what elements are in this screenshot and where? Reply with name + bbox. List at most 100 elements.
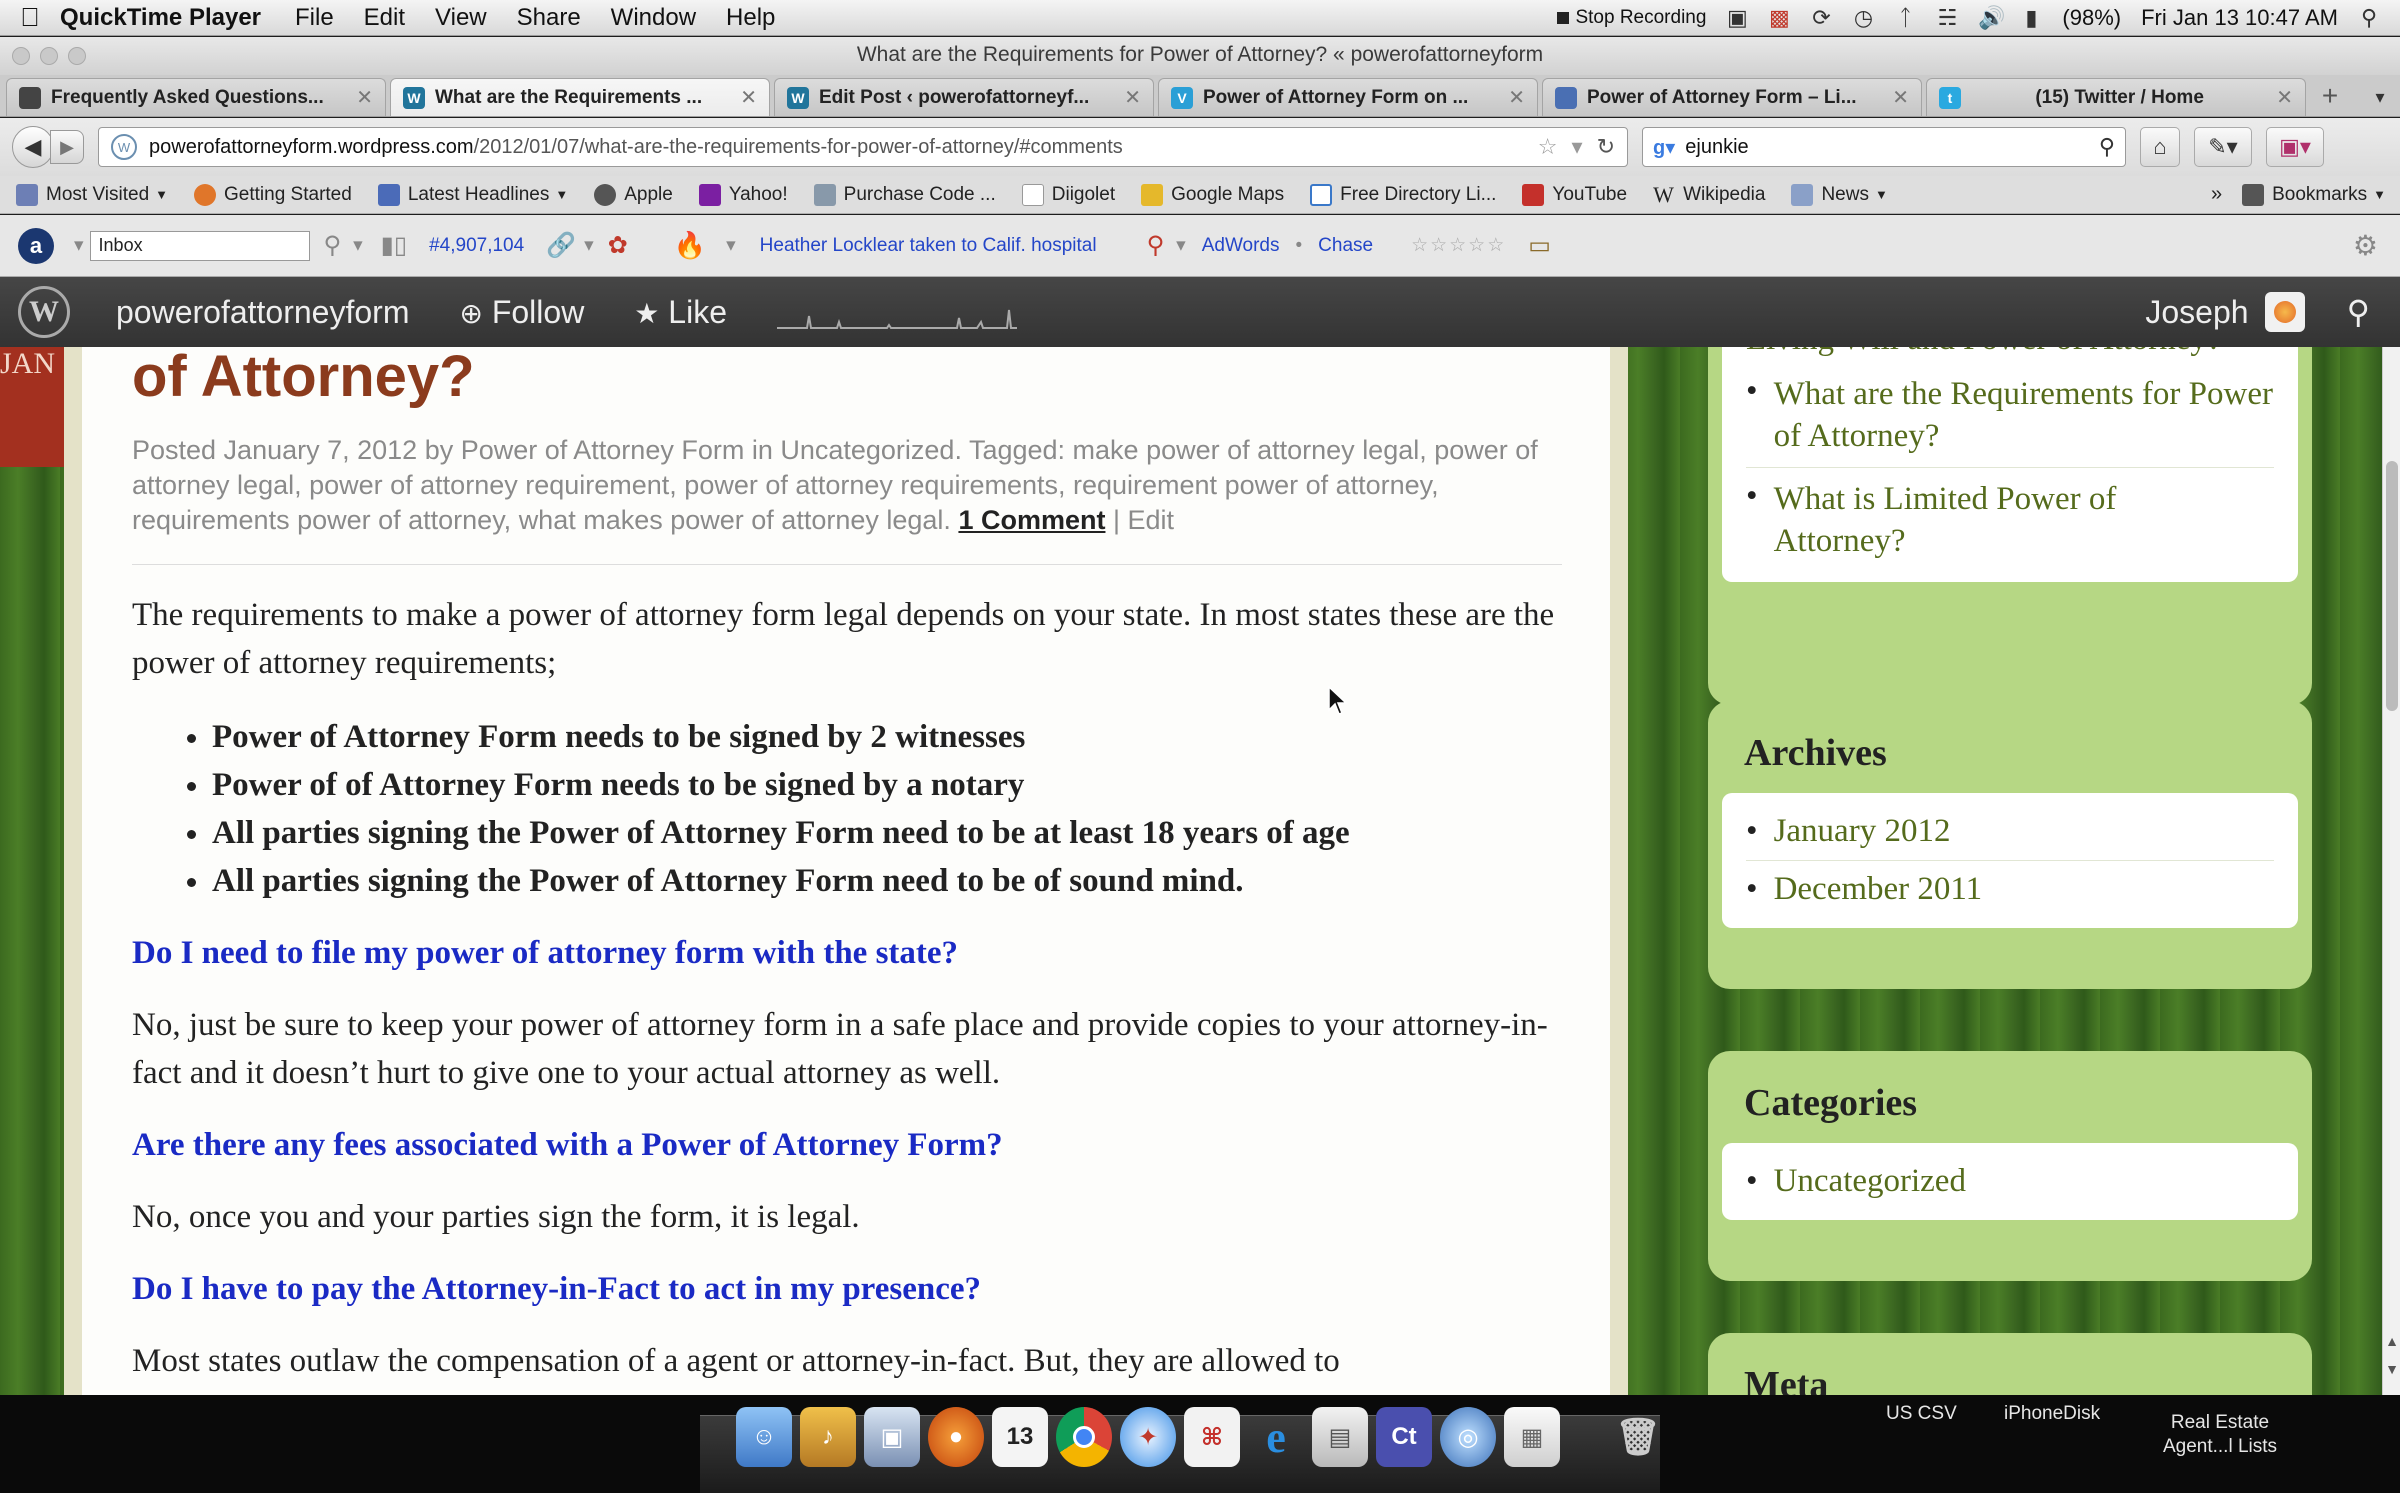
rating-stars-icon[interactable]: ☆☆☆☆☆: [1411, 234, 1506, 257]
finder-icon[interactable]: ☺: [736, 1407, 792, 1467]
tab-list-icon[interactable]: ▾: [2360, 78, 2400, 116]
site-identity-icon[interactable]: W: [111, 134, 137, 160]
addon-icon[interactable]: ✎▾: [2194, 127, 2252, 167]
network-icon[interactable]: ◎: [1440, 1407, 1496, 1467]
recent-post-link[interactable]: What are the Requirements for Power of A…: [1774, 373, 2274, 457]
menu-share[interactable]: Share: [517, 4, 581, 32]
close-tab-icon[interactable]: ✕: [1124, 85, 1141, 110]
list-item[interactable]: • January 2012: [1746, 803, 2274, 861]
clock[interactable]: Fri Jan 13 10:47 AM: [2141, 5, 2338, 31]
url-bar[interactable]: W powerofattorneyform.wordpress.com/2012…: [98, 127, 1628, 167]
bookmark-most-visited[interactable]: Most Visited ▼: [16, 183, 168, 206]
bluetooth-icon[interactable]: ᛏ: [1894, 6, 1916, 29]
inbox-field[interactable]: Inbox: [89, 230, 310, 261]
addon-menu-icon[interactable]: ▣▾: [2266, 127, 2324, 167]
scroll-down-icon[interactable]: ▼: [2383, 1361, 2400, 1377]
acrobat-icon[interactable]: ⌘: [1184, 1407, 1240, 1467]
google-icon[interactable]: g▾: [1653, 135, 1675, 160]
battery-percent[interactable]: (98%): [2062, 5, 2121, 31]
menu-file[interactable]: File: [295, 4, 334, 32]
files-icon[interactable]: ▤: [1312, 1407, 1368, 1467]
search-icon[interactable]: ⚲: [2099, 134, 2115, 160]
list-item[interactable]: • What is Limited Power of Attorney?: [1746, 468, 2274, 572]
search-icon[interactable]: ⚲: [324, 231, 342, 260]
new-tab-button[interactable]: +: [2310, 78, 2350, 116]
bookmark-diigolet[interactable]: Diigolet: [1021, 183, 1115, 206]
internet-explorer-icon[interactable]: e: [1248, 1407, 1304, 1467]
wifi-icon[interactable]: ☵: [1936, 6, 1958, 29]
fire-icon[interactable]: 🔥: [674, 230, 706, 261]
aol-icon[interactable]: a: [18, 227, 54, 264]
chrome-icon[interactable]: [1056, 1407, 1112, 1467]
calendar-icon[interactable]: 13: [992, 1407, 1048, 1467]
zoom-window-button[interactable]: [68, 47, 86, 65]
trash-icon[interactable]: 🗑: [1610, 1407, 1666, 1467]
bookmark-getting-started[interactable]: Getting Started: [194, 183, 352, 206]
follow-button[interactable]: ⊕ Follow: [459, 294, 584, 331]
tab-twitter[interactable]: t (15) Twitter / Home ✕: [1926, 78, 2306, 116]
archive-link[interactable]: December 2011: [1774, 871, 1983, 908]
close-tab-icon[interactable]: ✕: [1508, 85, 1525, 110]
alexa-rank[interactable]: #4,907,104: [429, 235, 524, 257]
app-tray-icon[interactable]: ▩: [1768, 6, 1790, 29]
more-bookmarks-chevron-icon[interactable]: »: [2211, 183, 2222, 206]
firefox-icon[interactable]: ●: [928, 1407, 984, 1467]
camtasia-icon[interactable]: Ct: [1376, 1407, 1432, 1467]
list-item[interactable]: • December 2011: [1746, 861, 2274, 918]
clip-icon[interactable]: ✿: [608, 231, 628, 260]
close-tab-icon[interactable]: ✕: [1892, 85, 1909, 110]
dropdown-icon[interactable]: ▾: [353, 234, 363, 257]
reload-icon[interactable]: ↻: [1597, 134, 1615, 160]
url-dropdown-icon[interactable]: ▾: [1572, 134, 1583, 160]
screen-icon[interactable]: ▣: [1726, 6, 1748, 29]
user-menu[interactable]: Joseph: [2145, 292, 2305, 332]
close-tab-icon[interactable]: ✕: [740, 85, 757, 110]
forward-button[interactable]: ▶: [50, 130, 84, 164]
apple-menu-icon[interactable]: : [0, 2, 60, 33]
menu-edit[interactable]: Edit: [364, 4, 405, 32]
note-icon[interactable]: ▭: [1528, 231, 1551, 260]
stats-sparkline[interactable]: [777, 292, 1017, 332]
menu-view[interactable]: View: [435, 4, 487, 32]
search-bar[interactable]: g▾ ejunkie ⚲: [1642, 127, 2126, 167]
app-menu[interactable]: QuickTime Player: [60, 4, 261, 32]
scroll-up-icon[interactable]: ▲: [2383, 1333, 2400, 1349]
recent-post-link[interactable]: What is Limited Power of Attorney?: [1774, 478, 2154, 562]
comments-link[interactable]: 1 Comment: [958, 505, 1105, 535]
desktop-label[interactable]: Real Estate Agent...l Lists: [2140, 1411, 2300, 1459]
time-machine-icon[interactable]: ◷: [1852, 6, 1874, 29]
safari-icon[interactable]: ✦: [1120, 1407, 1176, 1467]
gear-icon[interactable]: ⚙: [2353, 229, 2378, 262]
scrollbar-thumb[interactable]: [2386, 461, 2398, 711]
like-button[interactable]: ★ Like: [634, 294, 727, 331]
preview-icon[interactable]: ▣: [864, 1407, 920, 1467]
archive-link[interactable]: January 2012: [1774, 813, 1951, 850]
back-button[interactable]: ◀: [12, 126, 54, 168]
bookmark-free-directory[interactable]: Free Directory Li...: [1310, 183, 1496, 206]
dropdown-icon[interactable]: ▾: [74, 234, 84, 257]
spotlight-icon[interactable]: ⚲: [2358, 6, 2380, 29]
pin-icon[interactable]: ⚲: [1147, 231, 1165, 260]
list-item[interactable]: • What are the Requirements for Power of …: [1746, 363, 2274, 468]
site-name-link[interactable]: powerofattorneyform: [116, 294, 409, 331]
bookmarks-menu[interactable]: Bookmarks ▼: [2242, 183, 2386, 206]
chase-link[interactable]: Chase: [1318, 235, 1373, 257]
sync-icon[interactable]: ⟳: [1810, 6, 1832, 29]
recent-post-link[interactable]: Living Will and Power of Attorney?: [1746, 347, 2222, 358]
stop-recording-button[interactable]: Stop Recording: [1557, 7, 1706, 29]
documents-stack-icon[interactable]: ▦: [1504, 1407, 1560, 1467]
close-tab-icon[interactable]: ✕: [2276, 85, 2293, 110]
close-window-button[interactable]: [12, 47, 30, 65]
bookmark-youtube[interactable]: YouTube: [1522, 183, 1627, 206]
edit-link[interactable]: Edit: [1128, 505, 1175, 535]
bookmark-apple[interactable]: Apple: [594, 183, 673, 206]
bookmark-wikipedia[interactable]: W Wikipedia: [1653, 183, 1765, 206]
dropdown-icon[interactable]: ▾: [726, 234, 736, 257]
bookmark-purchase-code[interactable]: Purchase Code ...: [813, 183, 996, 206]
tab-power-form-li[interactable]: Power of Attorney Form – Li... ✕: [1542, 78, 1922, 116]
list-item[interactable]: • Uncategorized: [1746, 1153, 2274, 1210]
minimize-window-button[interactable]: [40, 47, 58, 65]
dropdown-icon[interactable]: ▾: [1176, 234, 1186, 257]
search-input[interactable]: ejunkie: [1685, 136, 1748, 159]
battery-icon[interactable]: ▮: [2020, 6, 2042, 29]
